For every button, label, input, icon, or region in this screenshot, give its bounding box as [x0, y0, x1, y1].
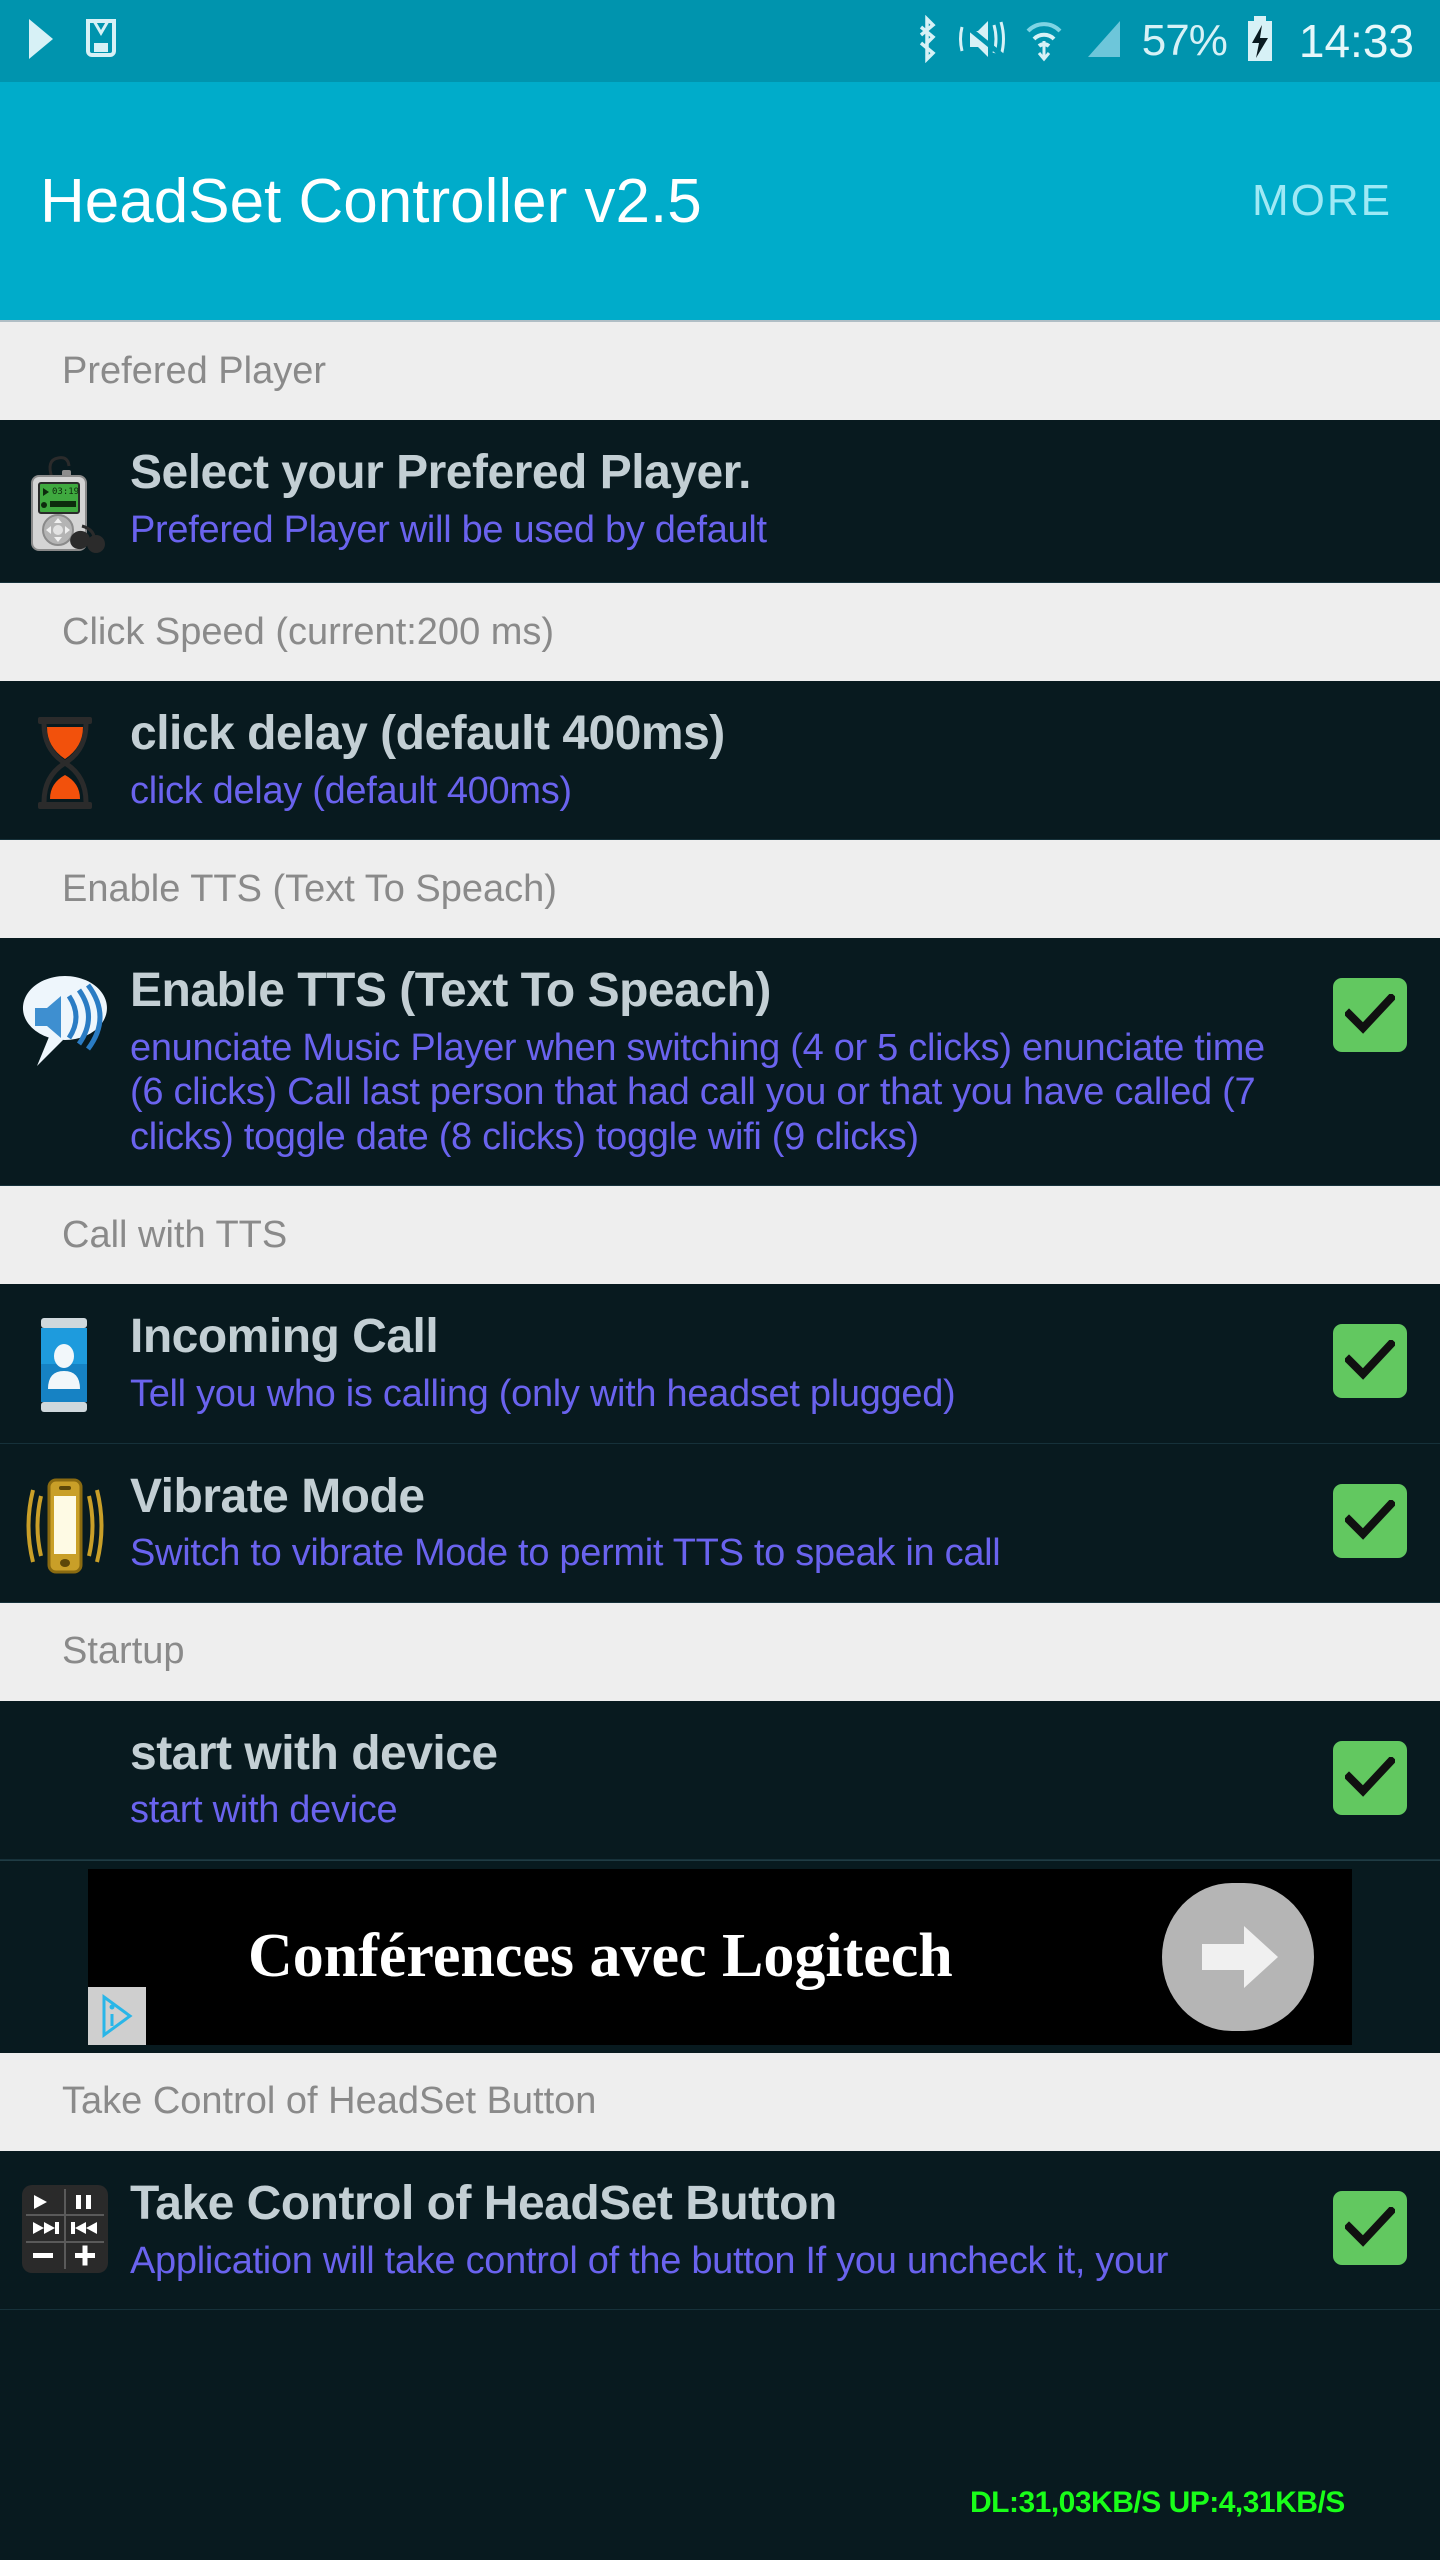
checkbox-take-control[interactable]: [1300, 2177, 1440, 2265]
pref-title: Incoming Call: [130, 1310, 439, 1364]
app-screen: 57% 14:33 HeadSet Controller v2.5 MORE P…: [0, 0, 1440, 2560]
checkbox-start-with-device[interactable]: [1300, 1727, 1440, 1815]
no-icon-placeholder: [0, 1727, 130, 1733]
adchoices-icon[interactable]: [88, 1986, 146, 2045]
pref-subtitle: Tell you who is calling (only with heads…: [130, 1373, 956, 1416]
vibrating-phone-icon: [0, 1470, 130, 1576]
section-header-click-speed: Click Speed (current:200 ms): [0, 583, 1440, 681]
contact-card-icon: [0, 1310, 130, 1414]
section-header-startup: Startup: [0, 1602, 1440, 1701]
section-header-call-with-tts: Call with TTS: [0, 1186, 1440, 1285]
svg-text:03:19: 03:19: [52, 487, 79, 497]
pref-body: Take Control of HeadSet Button Applicati…: [130, 2177, 1300, 2283]
pref-title: Take Control of HeadSet Button: [130, 2176, 837, 2230]
status-bar-right-icons: 57% 14:33: [914, 14, 1414, 69]
checkbox-checked-icon[interactable]: [1333, 1740, 1407, 1815]
pref-subtitle: enunciate Music Player when switching (4…: [130, 1026, 1265, 1158]
page-title: HeadSet Controller v2.5: [40, 166, 702, 236]
pref-subtitle: Prefered Player will be used by default: [130, 508, 767, 551]
pref-subtitle: Application will take control of the but…: [130, 2239, 1169, 2282]
network-speed-overlay: DL:31,03KB/S UP:4,31KB/S: [970, 2486, 1345, 2519]
pref-title: Vibrate Mode: [130, 1469, 425, 1523]
battery-percent: 57%: [1141, 16, 1228, 65]
checkbox-checked-icon[interactable]: [1333, 978, 1407, 1053]
mute-icon: [956, 15, 1008, 68]
wifi-icon: [1024, 15, 1064, 68]
ad-container: Conférences avec Logitech: [0, 1859, 1440, 2053]
pref-body: Incoming Call Tell you who is calling (o…: [130, 1310, 1300, 1416]
ad-banner[interactable]: Conférences avec Logitech: [88, 1868, 1352, 2045]
pref-title: start with device: [130, 1726, 498, 1780]
pref-subtitle: click delay (default 400ms): [130, 769, 572, 812]
more-button[interactable]: MORE: [1252, 176, 1400, 226]
signal-icon: [1080, 15, 1126, 68]
arrow-right-icon[interactable]: [1162, 1882, 1314, 2031]
ad-headline: Conférences avec Logitech: [248, 1922, 953, 1991]
pref-body: Vibrate Mode Switch to vibrate Mode to p…: [130, 1470, 1300, 1576]
clock: 14:33: [1298, 15, 1414, 67]
pref-body: click delay (default 400ms) click delay …: [130, 707, 1440, 813]
pref-row-click-delay[interactable]: click delay (default 400ms) click delay …: [0, 681, 1440, 841]
section-header-prefered-player: Prefered Player: [0, 322, 1440, 420]
hourglass-icon: [0, 707, 130, 813]
speech-bubble-speaker-icon: [0, 964, 130, 1070]
pref-body: Select your Prefered Player. Prefered Pl…: [130, 446, 1440, 552]
checkbox-incoming-call[interactable]: [1300, 1310, 1440, 1399]
pref-subtitle: start with device: [130, 1789, 398, 1832]
checkbox-checked-icon[interactable]: [1333, 1324, 1407, 1399]
pref-title: click delay (default 400ms): [130, 707, 725, 760]
pref-title: Enable TTS (Text To Speach): [130, 964, 771, 1018]
pref-body: Enable TTS (Text To Speach) enunciate Mu…: [130, 964, 1300, 1159]
pref-subtitle: Switch to vibrate Mode to permit TTS to …: [130, 1532, 1001, 1575]
pref-row-take-control[interactable]: Take Control of HeadSet Button Applicati…: [0, 2150, 1440, 2311]
pref-row-incoming-call[interactable]: Incoming Call Tell you who is calling (o…: [0, 1284, 1440, 1444]
section-header-take-control: Take Control of HeadSet Button: [0, 2052, 1440, 2151]
pref-title: Select your Prefered Player.: [130, 446, 752, 499]
play-icon: [26, 17, 56, 66]
status-bar-left-icons: [26, 17, 120, 66]
mp3-player-icon: 03:19: [0, 446, 130, 556]
pref-row-start-with-device[interactable]: start with device start with device: [0, 1700, 1440, 1860]
checkbox-vibrate-mode[interactable]: [1300, 1470, 1440, 1558]
section-header-enable-tts: Enable TTS (Text To Speach): [0, 840, 1440, 939]
checkbox-enable-tts[interactable]: [1300, 964, 1440, 1053]
media-controls-icon: [0, 2177, 130, 2275]
pref-body: start with device start with device: [130, 1727, 1300, 1833]
pref-row-vibrate-mode[interactable]: Vibrate Mode Switch to vibrate Mode to p…: [0, 1443, 1440, 1603]
pref-row-enable-tts[interactable]: Enable TTS (Text To Speach) enunciate Mu…: [0, 938, 1440, 1187]
mail-icon: [82, 17, 120, 66]
battery-charging-icon: [1243, 14, 1277, 69]
pref-row-select-prefered-player[interactable]: 03:19 Select your Prefered Player. Prefe…: [0, 420, 1440, 583]
status-bar: 57% 14:33: [0, 0, 1440, 82]
bluetooth-icon: [914, 14, 940, 68]
app-bar: HeadSet Controller v2.5 MORE: [0, 82, 1440, 322]
checkbox-checked-icon[interactable]: [1333, 2190, 1407, 2265]
checkbox-checked-icon[interactable]: [1333, 1483, 1407, 1558]
